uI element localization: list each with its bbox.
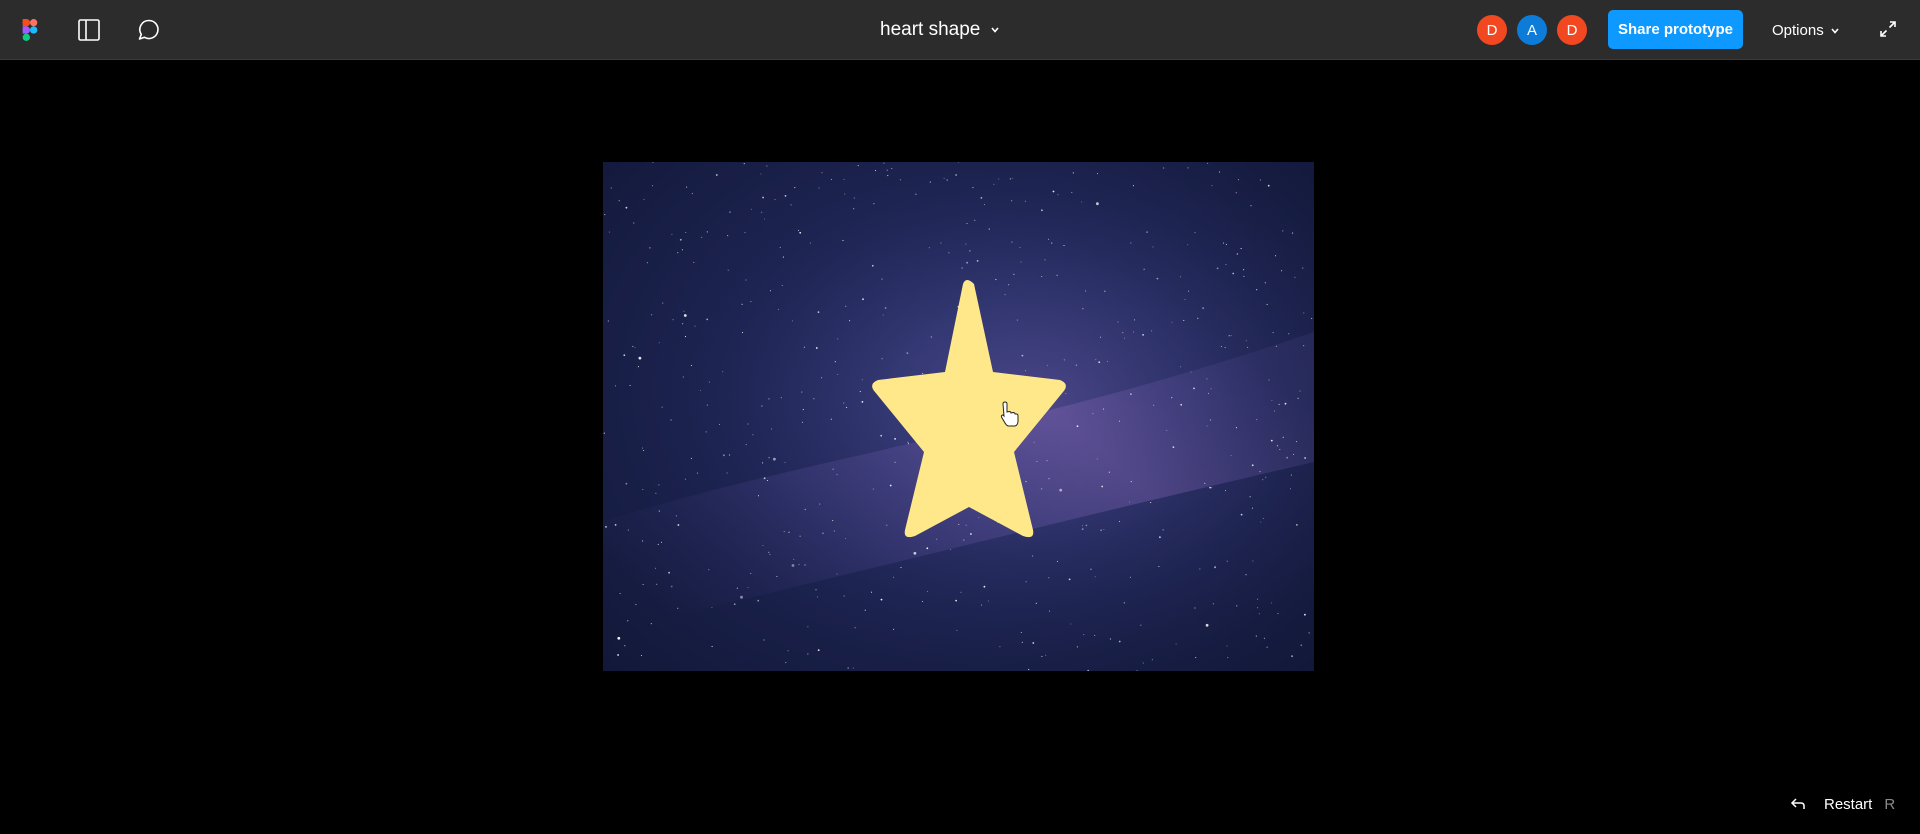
avatar-initial: D bbox=[1486, 21, 1498, 39]
avatar-initial: A bbox=[1526, 21, 1537, 39]
expand-icon[interactable] bbox=[1876, 17, 1900, 41]
sidebar-toggle-icon[interactable] bbox=[73, 14, 105, 46]
options-menu[interactable]: Options bbox=[1772, 0, 1840, 60]
starry-night-sky bbox=[603, 162, 1314, 671]
options-label: Options bbox=[1772, 21, 1824, 39]
restart-button[interactable]: Restart R bbox=[1790, 792, 1895, 816]
figma-logo-icon[interactable] bbox=[14, 14, 46, 46]
avatar-initial: D bbox=[1566, 21, 1578, 39]
chevron-down-icon bbox=[1830, 22, 1840, 39]
share-prototype-button[interactable]: Share prototype bbox=[1608, 10, 1743, 49]
avatar[interactable]: D bbox=[1557, 15, 1587, 45]
file-title: heart shape bbox=[880, 19, 981, 40]
prototype-frame[interactable] bbox=[603, 162, 1314, 671]
restart-shortcut: R bbox=[1884, 795, 1896, 813]
top-toolbar: heart shape D A D Share prototype Option… bbox=[0, 0, 1920, 60]
avatar[interactable]: A bbox=[1517, 15, 1547, 45]
avatar[interactable]: D bbox=[1477, 15, 1507, 45]
undo-arrow-icon bbox=[1790, 797, 1806, 811]
file-title-menu[interactable]: heart shape bbox=[880, 0, 1000, 60]
chevron-down-icon bbox=[990, 21, 1000, 39]
comment-icon[interactable] bbox=[133, 14, 165, 46]
restart-label: Restart bbox=[1824, 795, 1873, 813]
